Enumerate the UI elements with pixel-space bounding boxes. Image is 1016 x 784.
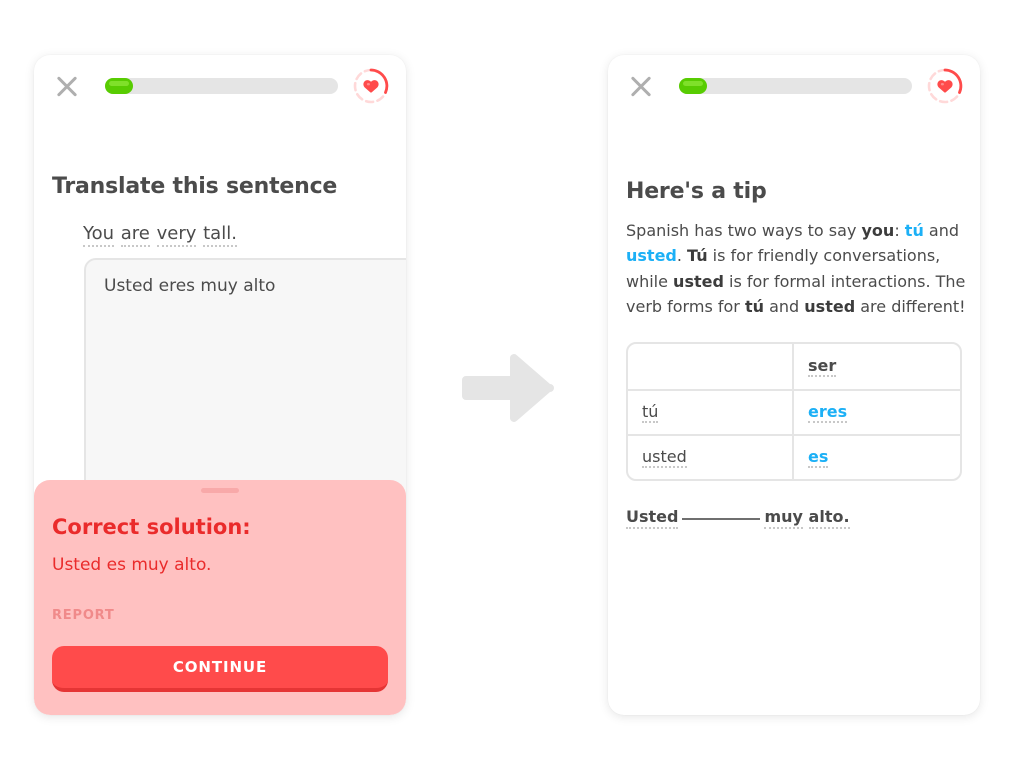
lesson-progress-fill [679,78,707,94]
translate-exercise-card: Translate this sentence You are very tal… [34,55,406,715]
tip-text-segment: Spanish has two ways to say [626,221,862,240]
table-cell-pronoun [628,344,794,389]
fill-in-the-blank-sentence: Usted muy alto. [626,507,850,529]
table-row: ser [628,344,960,389]
prompt-word: are [120,224,150,247]
lesson-progress-fill [105,78,133,94]
prompt-word: You [83,224,115,247]
fill-word-after: muy [764,508,803,529]
arrow-right-icon [462,352,554,424]
verb-word: ser [808,357,837,378]
close-icon[interactable] [50,69,84,103]
tip-exercise-card: Here's a tip Spanish has two ways to say… [608,55,980,715]
tip-text-segment: tú [744,296,764,316]
table-cell-pronoun: usted [628,434,794,479]
page-title: Translate this sentence [52,174,338,199]
tip-text-segment: are different! [855,296,966,316]
source-sentence: You are very tall. [83,223,238,247]
tip-text-segment: . [676,246,688,266]
tip-text-segment: usted [804,296,856,316]
sheet-drag-handle[interactable] [201,488,239,493]
tip-text-segment: and [764,296,805,316]
feedback-sheet: Correct solution: Usted es muy alto. REP… [34,480,406,715]
tip-text-segment: usted [673,271,724,291]
verb-word: es [808,448,829,469]
screenshot-canvas: Translate this sentence You are very tal… [0,0,1016,784]
fill-word-after: alto. [808,508,850,529]
tip-text-segment: you [861,221,895,240]
tip-text-segment: tú [904,221,924,240]
heart-icon[interactable] [926,67,964,105]
tip-text-segment: and [923,221,960,240]
prompt-word: tall. [203,224,237,247]
lesson-progress-bar [105,78,338,94]
feedback-title: Correct solution: [52,515,251,539]
tip-text-segment: Tú [687,246,708,266]
continue-button[interactable]: CONTINUE [52,646,388,692]
pronoun-word: tú [642,403,659,424]
heart-icon[interactable] [352,67,390,105]
blank-slot[interactable] [682,518,761,520]
close-icon[interactable] [624,69,658,103]
verb-word: eres [808,403,848,424]
pronoun-word: usted [642,448,687,469]
conjugation-table: ser tú eres usted es [626,342,962,481]
table-cell-verb: ser [794,344,960,389]
page-title: Here's a tip [626,179,767,204]
lesson-progress-bar [679,78,912,94]
prompt-word: very [156,224,197,247]
feedback-correct-solution: Usted es muy alto. [52,555,212,575]
table-cell-verb: es [794,434,960,479]
tip-text-segment: : [894,221,905,240]
lesson-topbar-right [608,55,980,117]
fill-word-before: Usted [626,508,679,529]
report-button[interactable]: REPORT [52,608,115,623]
table-cell-pronoun: tú [628,389,794,434]
table-row: tú eres [628,389,960,434]
table-row: usted es [628,434,960,479]
tip-text-segment: usted [626,246,677,266]
table-cell-verb: eres [794,389,960,434]
tip-paragraph: Spanish has two ways to say you: tú and … [626,218,966,319]
lesson-topbar-left [34,55,406,117]
